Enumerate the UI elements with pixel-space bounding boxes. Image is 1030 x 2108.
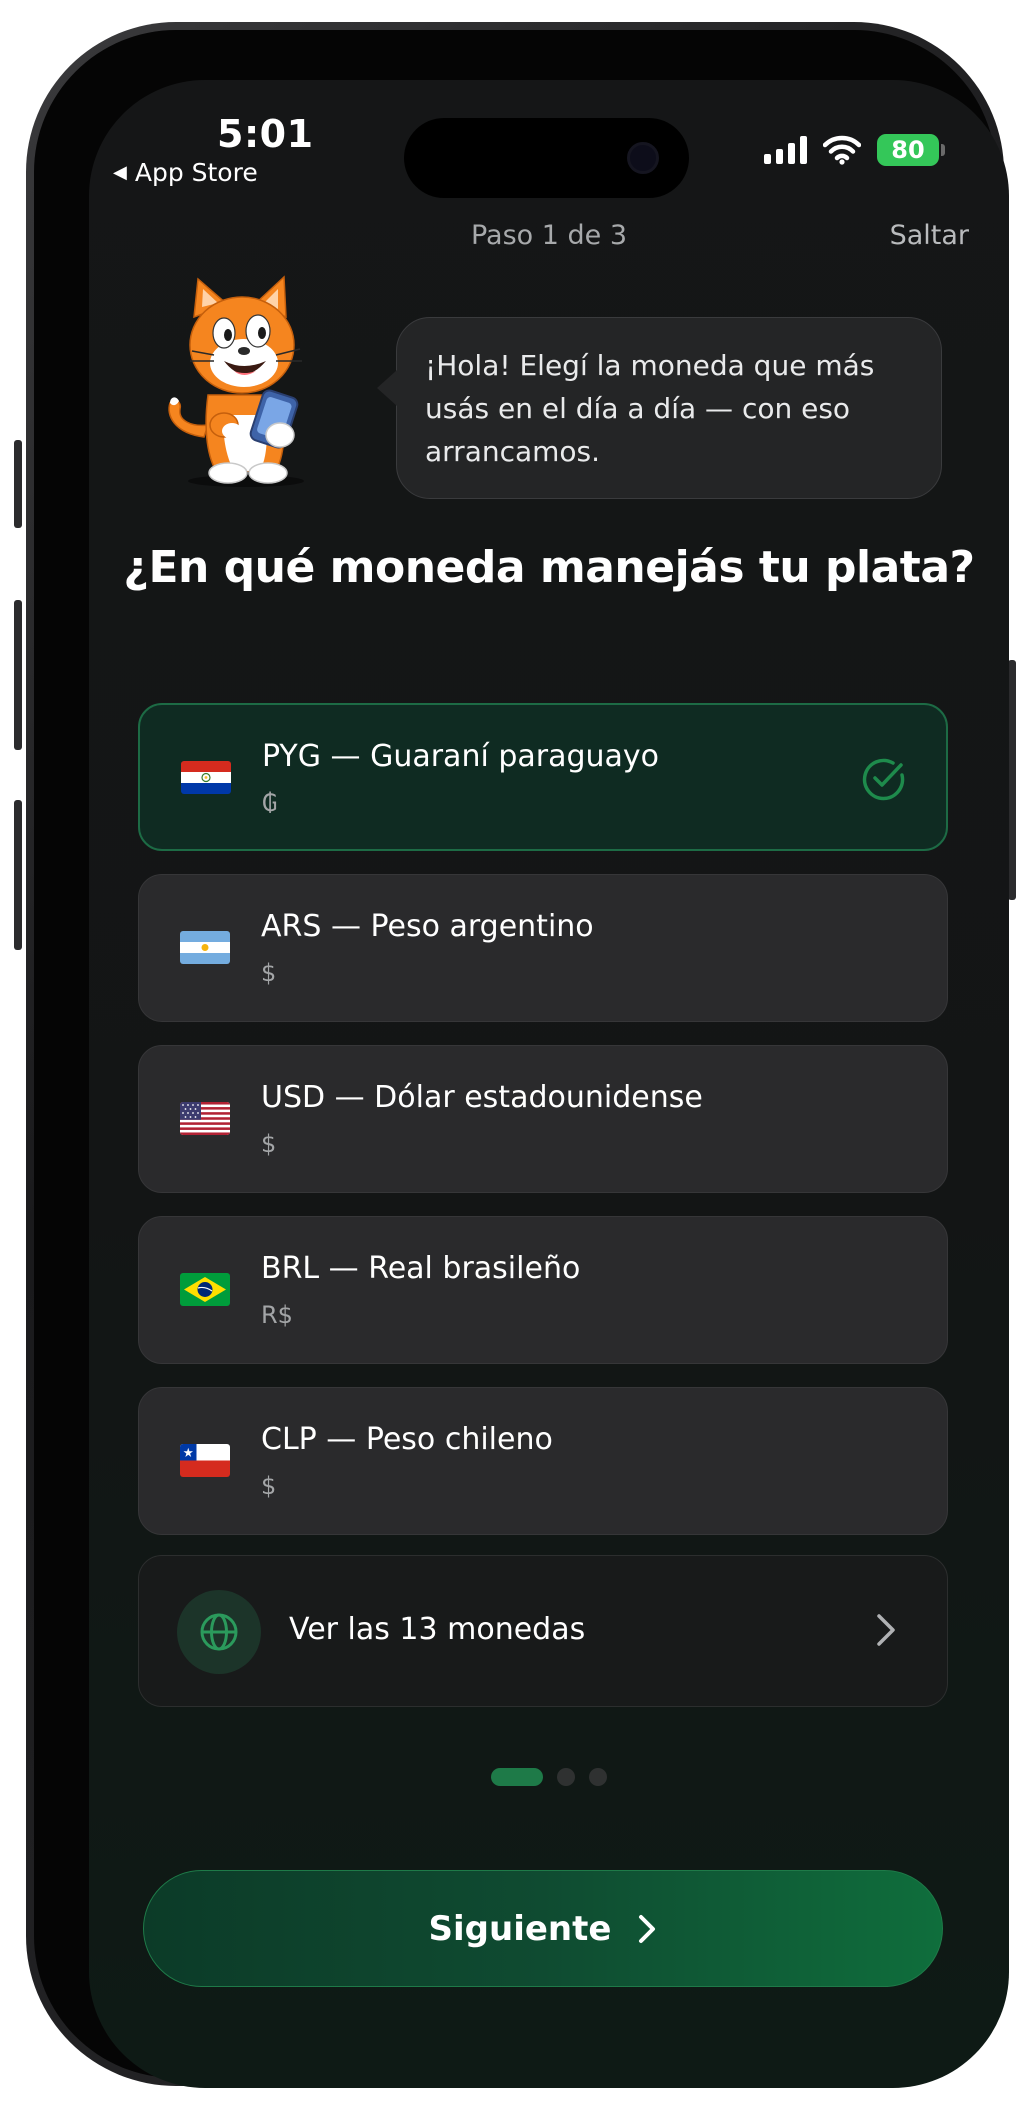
currency-label: PYG — Guaraní paraguayo [262,739,660,774]
currency-label: USD — Dólar estadounidense [261,1080,703,1115]
currency-option-ars[interactable]: ARS — Peso argentino $ [138,874,948,1022]
chevron-right-icon [639,1914,656,1943]
paraguay-flag-icon [181,761,231,794]
globe-icon [200,1613,238,1651]
page-dot [557,1768,575,1786]
speech-bubble-tail [377,370,397,406]
currency-label: ARS — Peso argentino [261,909,594,944]
check-circle-icon [862,758,905,801]
app-screen: 5:01 ◀ App Store 80 Paso 1 de 3 Saltar ¡… [89,80,1009,2088]
usa-flag-icon [180,1102,230,1135]
argentina-flag-icon [180,931,230,964]
wifi-icon [823,135,861,165]
front-camera [627,142,659,174]
back-to-app-link[interactable]: ◀ App Store [113,158,258,187]
view-all-label: Ver las 13 monedas [289,1612,586,1647]
currency-symbol: ₲ [262,789,278,817]
view-all-currencies-button[interactable]: Ver las 13 monedas [138,1555,948,1707]
dynamic-island [404,118,689,198]
currency-option-clp[interactable]: CLP — Peso chileno $ [138,1387,948,1535]
page-dot [589,1768,607,1786]
currency-symbol: $ [261,1130,277,1158]
page-indicator [89,1768,1009,1786]
battery-level: 80 [891,136,925,164]
cellular-signal-icon [764,136,807,164]
status-icons: 80 [764,134,945,166]
phone-frame: 5:01 ◀ App Store 80 Paso 1 de 3 Saltar ¡… [26,22,1009,2088]
currency-label: BRL — Real brasileño [261,1251,581,1286]
globe-badge [177,1590,261,1674]
power-button [1008,660,1016,900]
back-triangle-icon: ◀ [113,162,127,183]
currency-symbol: $ [261,1472,277,1500]
volume-up-button [14,600,22,750]
currency-option-brl[interactable]: BRL — Real brasileño R$ [138,1216,948,1364]
currency-option-pyg[interactable]: PYG — Guaraní paraguayo ₲ [138,703,948,851]
volume-down-button [14,800,22,950]
skip-button[interactable]: Saltar [890,220,969,251]
step-indicator: Paso 1 de 3 [470,220,628,251]
speech-bubble-text: ¡Hola! Elegí la moneda que más usás en e… [425,349,875,468]
phone-bezel: 5:01 ◀ App Store 80 Paso 1 de 3 Saltar ¡… [34,30,1009,2088]
battery-icon: 80 [877,134,945,166]
page-title: ¿En qué moneda manejás tu plata? [123,542,975,593]
speech-bubble: ¡Hola! Elegí la moneda que más usás en e… [377,317,942,499]
currency-symbol: R$ [261,1301,293,1329]
back-app-label: App Store [134,158,258,187]
brazil-flag-icon [180,1273,230,1306]
chile-flag-icon [180,1444,230,1477]
currency-label: CLP — Peso chileno [261,1422,553,1457]
next-button-label: Siguiente [428,1908,612,1949]
currency-option-usd[interactable]: USD — Dólar estadounidense $ [138,1045,948,1193]
next-button[interactable]: Siguiente [143,1870,943,1987]
page-dot-active [491,1768,543,1786]
action-button [14,440,22,528]
status-time: 5:01 [217,112,314,156]
cat-mascot-icon [168,275,304,487]
currency-symbol: $ [261,959,277,987]
chevron-right-icon [877,1614,895,1646]
